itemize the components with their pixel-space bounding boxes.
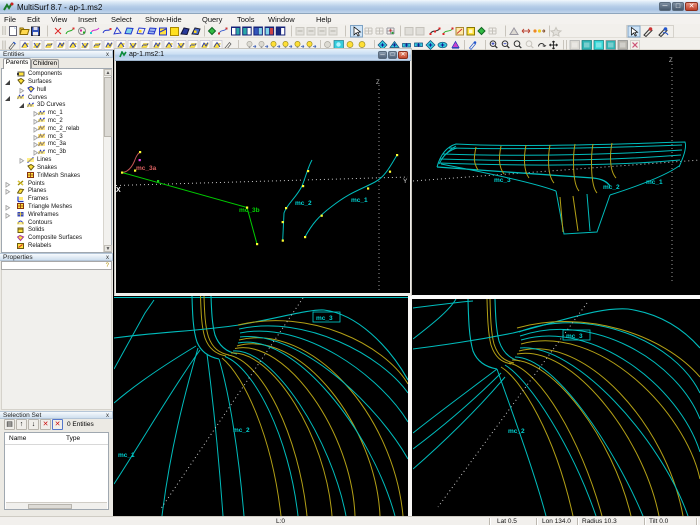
svg-text:mc_2: mc_2 [295,200,312,207]
svg-text:mc_3a: mc_3a [136,165,157,172]
svg-text:Z: Z [669,58,673,64]
svg-text:Y: Y [403,178,408,185]
svg-text:X: X [116,187,121,194]
svg-text:mc_2: mc_2 [508,428,525,435]
svg-text:mc_3b: mc_3b [239,207,260,214]
svg-text:mc_3: mc_3 [316,315,333,322]
svg-text:mc_3: mc_3 [494,177,511,184]
svg-text:mc_1: mc_1 [646,179,663,186]
svg-text:Z: Z [376,80,380,86]
svg-text:mc_1: mc_1 [351,197,368,204]
svg-text:mc_2: mc_2 [603,184,620,191]
svg-text:mc_3: mc_3 [566,333,583,340]
svg-text:mc_2: mc_2 [233,427,250,434]
svg-text:mc_1: mc_1 [118,452,135,459]
